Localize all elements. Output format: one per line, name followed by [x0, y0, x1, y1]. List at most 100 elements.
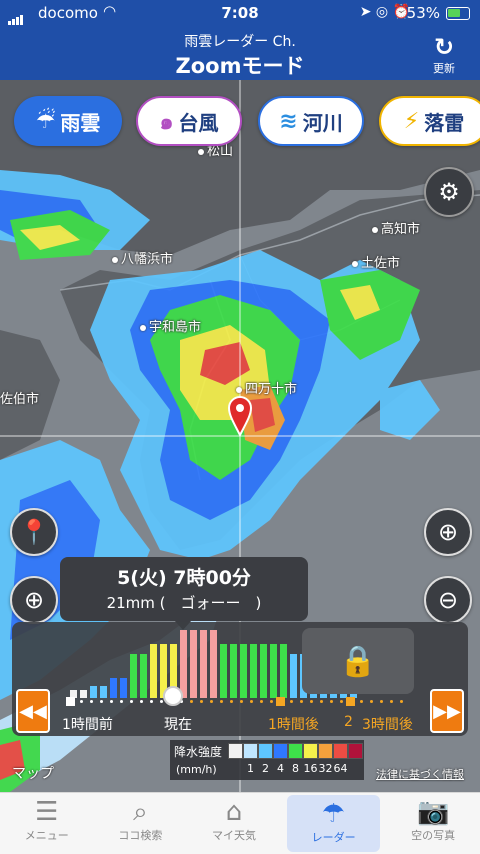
category-rain-button[interactable]: ☔ 雨雲 — [14, 96, 122, 146]
legend-spacer — [228, 762, 243, 775]
timeline-tick — [110, 700, 113, 703]
precip-bar — [200, 630, 207, 698]
map-gear-icon: ⚙ — [438, 178, 460, 206]
search-icon: ⌕ — [133, 797, 148, 827]
place-label: 宇和島市 — [140, 316, 201, 335]
precip-bar — [100, 686, 107, 698]
legend-scale-value: 32 — [318, 762, 333, 775]
timeline-slider-knob[interactable] — [163, 686, 183, 706]
fast-forward-icon: ▶▶ — [433, 700, 461, 722]
category-river-button[interactable]: ≋ 河川 — [258, 96, 364, 146]
timeline-tick — [260, 700, 263, 703]
precip-bar — [270, 644, 277, 698]
zoom-in-button[interactable]: ⊕ — [424, 508, 472, 556]
rewind-icon: ◀◀ — [19, 700, 47, 722]
map-settings-button[interactable]: ⚙ — [424, 167, 474, 217]
legend-title: 降水強度 — [174, 745, 223, 759]
timeline-tick — [390, 700, 393, 703]
timeline-tick — [360, 700, 363, 703]
legend-scale: 1 2 4 8 16 32 64 — [228, 762, 348, 775]
step-back-button[interactable]: ◀◀ — [16, 689, 50, 733]
refresh-button[interactable]: ↻ 更新 — [424, 34, 464, 76]
legal-info-link[interactable]: 法律に基づく情報 — [376, 766, 464, 782]
precip-bar — [230, 644, 237, 698]
app-header: 雨雲レーダー Ch. Zoomモード ↻ 更新 — [0, 28, 480, 80]
legend-swatch — [318, 743, 333, 759]
timeline-tick — [220, 700, 223, 703]
timeline-tick — [210, 700, 213, 703]
zoom-out-button[interactable]: ⊖ — [424, 576, 472, 624]
legend-swatch — [303, 743, 318, 759]
place-label: 四万十市 — [236, 378, 297, 397]
timeline-hour-marker — [346, 697, 355, 706]
place-label: 土佐市 — [352, 252, 400, 271]
timeline-tick — [400, 700, 403, 703]
channel-subtitle: 雨雲レーダー Ch. — [184, 34, 296, 50]
legend-unit: (mm/h) — [176, 763, 217, 776]
rain-info-popup: 5(火) 7時00分 21mm ( ゴォーー ) — [60, 557, 308, 630]
status-bar: docomo ◠ 7:08 ➤ ◎ ⏰ 53% — [0, 0, 480, 28]
legend-swatch — [273, 743, 288, 759]
crosshair-icon: ⊕ — [23, 586, 45, 614]
lock-icon: 🔒 — [339, 643, 377, 679]
status-icons: ➤ ◎ ⏰ — [359, 4, 410, 20]
timeline-tick — [120, 700, 123, 703]
precipitation-legend: 降水強度 (mm/h) 1 2 4 8 16 32 64 — [170, 740, 364, 780]
pin-button[interactable]: 📍 — [10, 508, 58, 556]
current-location-button[interactable]: ⊕ — [10, 576, 58, 624]
category-typhoon-button[interactable]: ๑ 台風 — [136, 96, 242, 146]
timeline-tick — [290, 700, 293, 703]
label-1h-after: 1時間後 — [268, 717, 319, 733]
legend-swatches — [228, 743, 363, 759]
timeline-tick — [190, 700, 193, 703]
place-label: 八幡浜市 — [112, 248, 173, 267]
label-2: 2 — [344, 714, 353, 730]
zoom-out-icon: ⊖ — [437, 586, 459, 614]
label-1h-before: 1時間前 — [62, 717, 113, 733]
legend-swatch — [243, 743, 258, 759]
legend-scale-value: 8 — [292, 762, 299, 775]
step-forward-button[interactable]: ▶▶ — [430, 689, 464, 733]
precip-bar — [220, 644, 227, 698]
timeline-hour-marker — [66, 697, 75, 706]
nav-my-weather[interactable]: ⌂ マイ天気 — [187, 793, 281, 854]
page-title: Zoomモード — [175, 54, 305, 78]
timeline-slider-track[interactable] — [66, 697, 410, 706]
timeline-tick — [340, 700, 343, 703]
bottom-navigation: ☰ メニュー ⌕ ココ検索 ⌂ マイ天気 ☂ レーダー 📷 空の写真 — [0, 792, 480, 854]
umbrella-icon: ☂ — [321, 799, 346, 829]
timeline-tick — [240, 700, 243, 703]
legend-swatch — [228, 743, 243, 759]
nav-menu[interactable]: ☰ メニュー — [0, 793, 94, 854]
maps-credit: マップ — [12, 766, 54, 782]
timeline-tick — [370, 700, 373, 703]
timeline-tick — [300, 700, 303, 703]
precip-bar — [110, 678, 117, 698]
timeline-tick — [200, 700, 203, 703]
timeline-tick — [90, 700, 93, 703]
nav-search[interactable]: ⌕ ココ検索 — [94, 793, 188, 854]
legend-scale-value: 4 — [277, 762, 284, 775]
nav-sky-photos[interactable]: 📷 空の写真 — [386, 793, 480, 854]
timeline-tick — [160, 700, 163, 703]
popup-amount: 21mm ( ゴォーー ) — [106, 594, 262, 612]
precip-bar — [130, 654, 137, 698]
legend-scale-value: 2 — [262, 762, 269, 775]
place-label: 高知市 — [372, 218, 420, 237]
timeline-tick — [250, 700, 253, 703]
precip-bar — [180, 630, 187, 698]
timeline-tick — [380, 700, 383, 703]
lightning-icon: ⚡ — [403, 108, 420, 134]
timeline-tick — [140, 700, 143, 703]
category-thunder-button[interactable]: ⚡ 落雷 — [379, 96, 480, 146]
precip-bar — [140, 654, 147, 698]
nav-radar[interactable]: ☂ レーダー — [286, 795, 381, 852]
timeline-tick — [230, 700, 233, 703]
precip-bar — [280, 644, 287, 698]
locked-forecast-button[interactable]: 🔒 — [302, 628, 414, 694]
timeline-tick — [130, 700, 133, 703]
timeline-tick — [100, 700, 103, 703]
precip-bar — [120, 678, 127, 698]
refresh-label: 更新 — [433, 62, 455, 75]
home-icon: ⌂ — [225, 797, 243, 827]
